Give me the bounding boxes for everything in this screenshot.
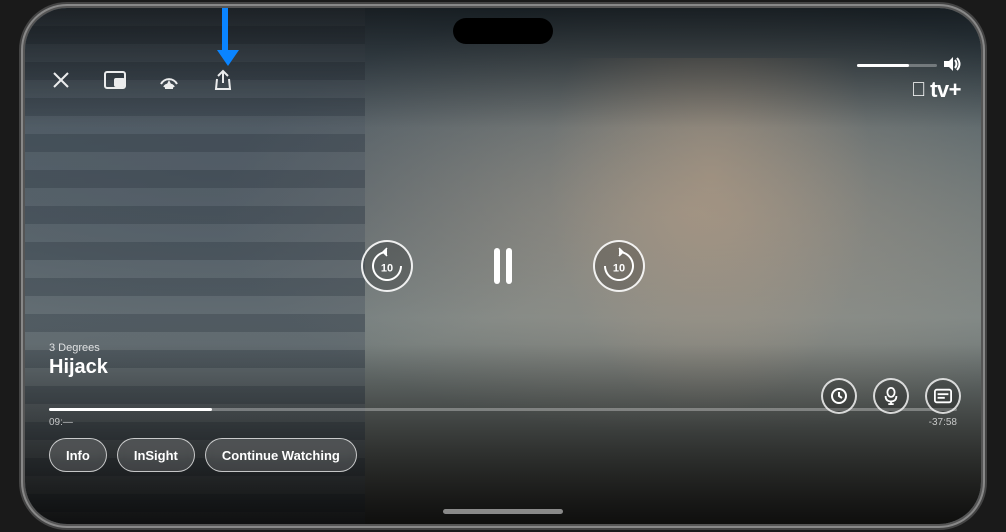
- bottom-pills: Info InSight Continue Watching: [49, 438, 357, 472]
- top-right-controls:  tv+: [857, 56, 961, 103]
- skip-forward-button[interactable]: 10: [593, 240, 645, 292]
- phone-frame:  tv+ 10: [23, 6, 983, 526]
- volume-track: [857, 64, 937, 67]
- skip-forward-number: 10: [613, 262, 625, 274]
- top-left-controls: [45, 64, 239, 96]
- dynamic-island: [453, 18, 553, 44]
- subtitles-button[interactable]: [925, 378, 961, 414]
- tv-plus-text: tv+: [930, 77, 961, 103]
- pause-bar-right: [506, 248, 512, 284]
- side-button-right: [981, 168, 983, 248]
- continue-watching-button[interactable]: Continue Watching: [205, 438, 357, 472]
- close-button[interactable]: [45, 64, 77, 96]
- pause-bar-left: [494, 248, 500, 284]
- show-title: Hijack: [49, 356, 108, 379]
- skip-back-button[interactable]: 10: [361, 240, 413, 292]
- airplay-button[interactable]: [153, 64, 185, 96]
- volume-fill: [857, 64, 909, 67]
- insight-button[interactable]: InSight: [117, 438, 195, 472]
- center-controls: 10 10: [361, 240, 645, 292]
- show-info: 3 Degrees Hijack: [49, 342, 108, 379]
- speed-button[interactable]: [821, 378, 857, 414]
- volume-control[interactable]: [857, 56, 961, 75]
- remaining-time: -37:58: [929, 417, 957, 428]
- appletv-logo:  tv+: [911, 77, 961, 103]
- share-button[interactable]: [207, 64, 239, 96]
- right-controls: [821, 378, 961, 414]
- pause-button[interactable]: [483, 246, 523, 286]
- show-subtitle: 3 Degrees: [49, 342, 108, 354]
- home-indicator: [443, 509, 563, 514]
- info-button[interactable]: Info: [49, 438, 107, 472]
- current-time: 09:—: [49, 417, 73, 428]
- progress-fill: [49, 408, 212, 411]
- pip-button[interactable]: [99, 64, 131, 96]
- playback-controls:  tv+ 10: [25, 8, 981, 524]
- time-row: 09:— -37:58: [49, 417, 957, 428]
- apple-icon: : [911, 79, 926, 102]
- audio-button[interactable]: [873, 378, 909, 414]
- volume-icon: [943, 56, 961, 75]
- top-bar:  tv+: [25, 56, 981, 103]
- skip-back-number: 10: [381, 262, 393, 274]
